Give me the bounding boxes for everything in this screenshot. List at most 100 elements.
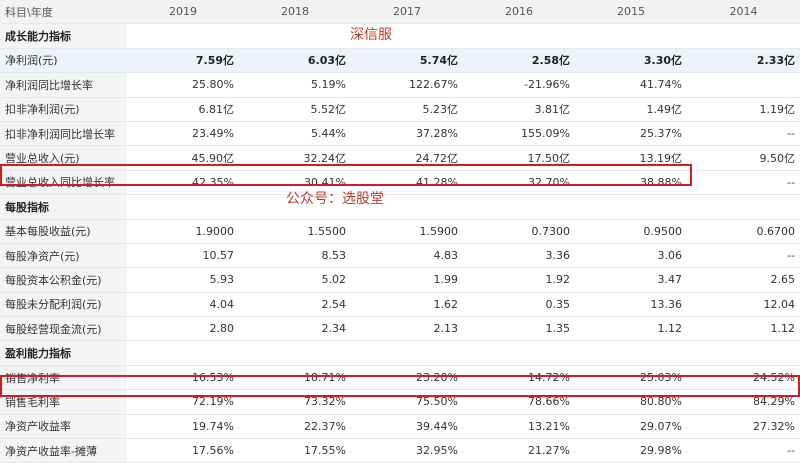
table-row: 每股经营现金流(元) 2.80 2.34 2.13 1.35 1.12 1.12 bbox=[0, 316, 800, 342]
value-cell: 25.37% bbox=[575, 121, 687, 147]
value-cell: 5.52亿 bbox=[239, 97, 351, 122]
row-label: 净利润同比增长率 bbox=[0, 72, 127, 98]
table-row: 每股未分配利润(元) 4.04 2.54 1.62 0.35 13.36 12.04 bbox=[0, 292, 800, 318]
value-cell: 25.80% bbox=[127, 72, 239, 98]
year-header[interactable]: 2018 bbox=[239, 0, 351, 25]
value-cell: 3.36 bbox=[463, 243, 575, 269]
value-cell: 2.80 bbox=[127, 316, 239, 342]
row-label: 每股资本公积金(元) bbox=[0, 267, 127, 293]
value-cell: 3.06 bbox=[575, 243, 687, 269]
value-cell: -- bbox=[687, 121, 800, 147]
year-header[interactable]: 2016 bbox=[463, 0, 575, 25]
value-cell: 5.02 bbox=[239, 267, 351, 293]
empty-cell bbox=[239, 23, 351, 49]
table-row: 每股净资产(元) 10.57 8.53 4.83 3.36 3.06 -- bbox=[0, 243, 800, 269]
value-cell: 27.32% bbox=[687, 414, 800, 440]
table-row: 每股资本公积金(元) 5.93 5.02 1.99 1.92 3.47 2.65 bbox=[0, 267, 800, 293]
empty-cell bbox=[687, 194, 800, 220]
value-cell: 6.81亿 bbox=[127, 97, 239, 122]
value-cell: 23.49% bbox=[127, 121, 239, 147]
value-cell: 0.6700 bbox=[687, 219, 800, 244]
value-cell: 17.56% bbox=[127, 438, 239, 463]
empty-cell bbox=[687, 340, 800, 366]
value-cell: 1.62 bbox=[351, 292, 463, 318]
row-label: 净利润(元) bbox=[0, 48, 127, 74]
section-row: 每股指标 bbox=[0, 194, 800, 220]
empty-cell bbox=[127, 340, 239, 366]
value-cell: 17.55% bbox=[239, 438, 351, 463]
value-cell: 5.44% bbox=[239, 121, 351, 147]
section-title: 盈利能力指标 bbox=[0, 340, 127, 366]
value-cell: 41.74% bbox=[575, 72, 687, 98]
value-cell: 2.65 bbox=[687, 267, 800, 293]
table-row: 净利润同比增长率 25.80% 5.19% 122.67% -21.96% 41.74% bbox=[0, 72, 800, 98]
value-cell: 29.07% bbox=[575, 414, 687, 440]
value-cell: 1.99 bbox=[351, 267, 463, 293]
value-cell: 22.37% bbox=[239, 414, 351, 440]
value-cell: 9.50亿 bbox=[687, 145, 800, 171]
row-label: 扣非净利润(元) bbox=[0, 97, 127, 122]
table-row: 扣非净利润同比增长率 23.49% 5.44% 37.28% 155.09% 25.37%… bbox=[0, 121, 800, 147]
watermark-company-name: 深信服 bbox=[350, 27, 392, 43]
value-cell: -- bbox=[687, 170, 800, 196]
section-row: 成长能力指标 bbox=[0, 23, 800, 49]
row-label: 净资产收益率-摊薄 bbox=[0, 438, 127, 463]
section-row: 盈利能力指标 bbox=[0, 340, 800, 366]
year-header[interactable]: 2015 bbox=[575, 0, 687, 25]
value-cell: 7.59亿 bbox=[127, 48, 239, 74]
value-cell: 2.13 bbox=[351, 316, 463, 342]
empty-cell bbox=[575, 340, 687, 366]
value-cell: -21.96% bbox=[463, 72, 575, 98]
value-cell: 37.28% bbox=[351, 121, 463, 147]
section-title: 每股指标 bbox=[0, 194, 127, 220]
value-cell: 8.53 bbox=[239, 243, 351, 269]
watermark-account-name: 公众号：选股堂 bbox=[286, 191, 384, 207]
value-cell: 2.33亿 bbox=[687, 48, 800, 74]
value-cell: 155.09% bbox=[463, 121, 575, 147]
table-row: 净利润(元) 7.59亿 6.03亿 5.74亿 2.58亿 3.30亿 2.33亿 bbox=[0, 48, 800, 74]
value-cell: 32.95% bbox=[351, 438, 463, 463]
empty-cell bbox=[575, 194, 687, 220]
value-cell: 21.27% bbox=[463, 438, 575, 463]
value-cell: 0.35 bbox=[463, 292, 575, 318]
year-header[interactable]: 2019 bbox=[127, 0, 239, 25]
value-cell: 122.67% bbox=[351, 72, 463, 98]
value-cell: 1.5900 bbox=[351, 219, 463, 244]
value-cell: 13.36 bbox=[575, 292, 687, 318]
value-cell: 1.19亿 bbox=[687, 97, 800, 122]
value-cell: 3.81亿 bbox=[463, 97, 575, 122]
empty-cell bbox=[127, 23, 239, 49]
header-label: 科目\年度 bbox=[0, 0, 127, 25]
empty-cell bbox=[575, 23, 687, 49]
highlight-box-revenue-growth bbox=[0, 164, 692, 186]
value-cell: 5.19% bbox=[239, 72, 351, 98]
value-cell: 29.98% bbox=[575, 438, 687, 463]
value-cell: -- bbox=[687, 243, 800, 269]
empty-cell bbox=[239, 340, 351, 366]
value-cell: 1.12 bbox=[575, 316, 687, 342]
year-header[interactable]: 2014 bbox=[687, 0, 800, 25]
value-cell: 1.92 bbox=[463, 267, 575, 293]
row-label: 每股净资产(元) bbox=[0, 243, 127, 269]
highlight-box-gross-margin bbox=[0, 375, 800, 397]
year-header[interactable]: 2017 bbox=[351, 0, 463, 25]
empty-cell bbox=[351, 340, 463, 366]
value-cell: 0.9500 bbox=[575, 219, 687, 244]
value-cell: 1.9000 bbox=[127, 219, 239, 244]
value-cell: 6.03亿 bbox=[239, 48, 351, 74]
value-cell: 13.21% bbox=[463, 414, 575, 440]
value-cell: 5.74亿 bbox=[351, 48, 463, 74]
value-cell: 4.04 bbox=[127, 292, 239, 318]
value-cell: 1.12 bbox=[687, 316, 800, 342]
value-cell: 5.23亿 bbox=[351, 97, 463, 122]
value-cell: 5.93 bbox=[127, 267, 239, 293]
table-row: 扣非净利润(元) 6.81亿 5.52亿 5.23亿 3.81亿 1.49亿 1.19亿 bbox=[0, 97, 800, 122]
value-cell: 3.30亿 bbox=[575, 48, 687, 74]
value-cell: 4.83 bbox=[351, 243, 463, 269]
value-cell: 0.7300 bbox=[463, 219, 575, 244]
row-label: 每股未分配利润(元) bbox=[0, 292, 127, 318]
empty-cell bbox=[463, 194, 575, 220]
empty-cell bbox=[463, 23, 575, 49]
value-cell bbox=[687, 72, 800, 98]
value-cell: 1.49亿 bbox=[575, 97, 687, 122]
